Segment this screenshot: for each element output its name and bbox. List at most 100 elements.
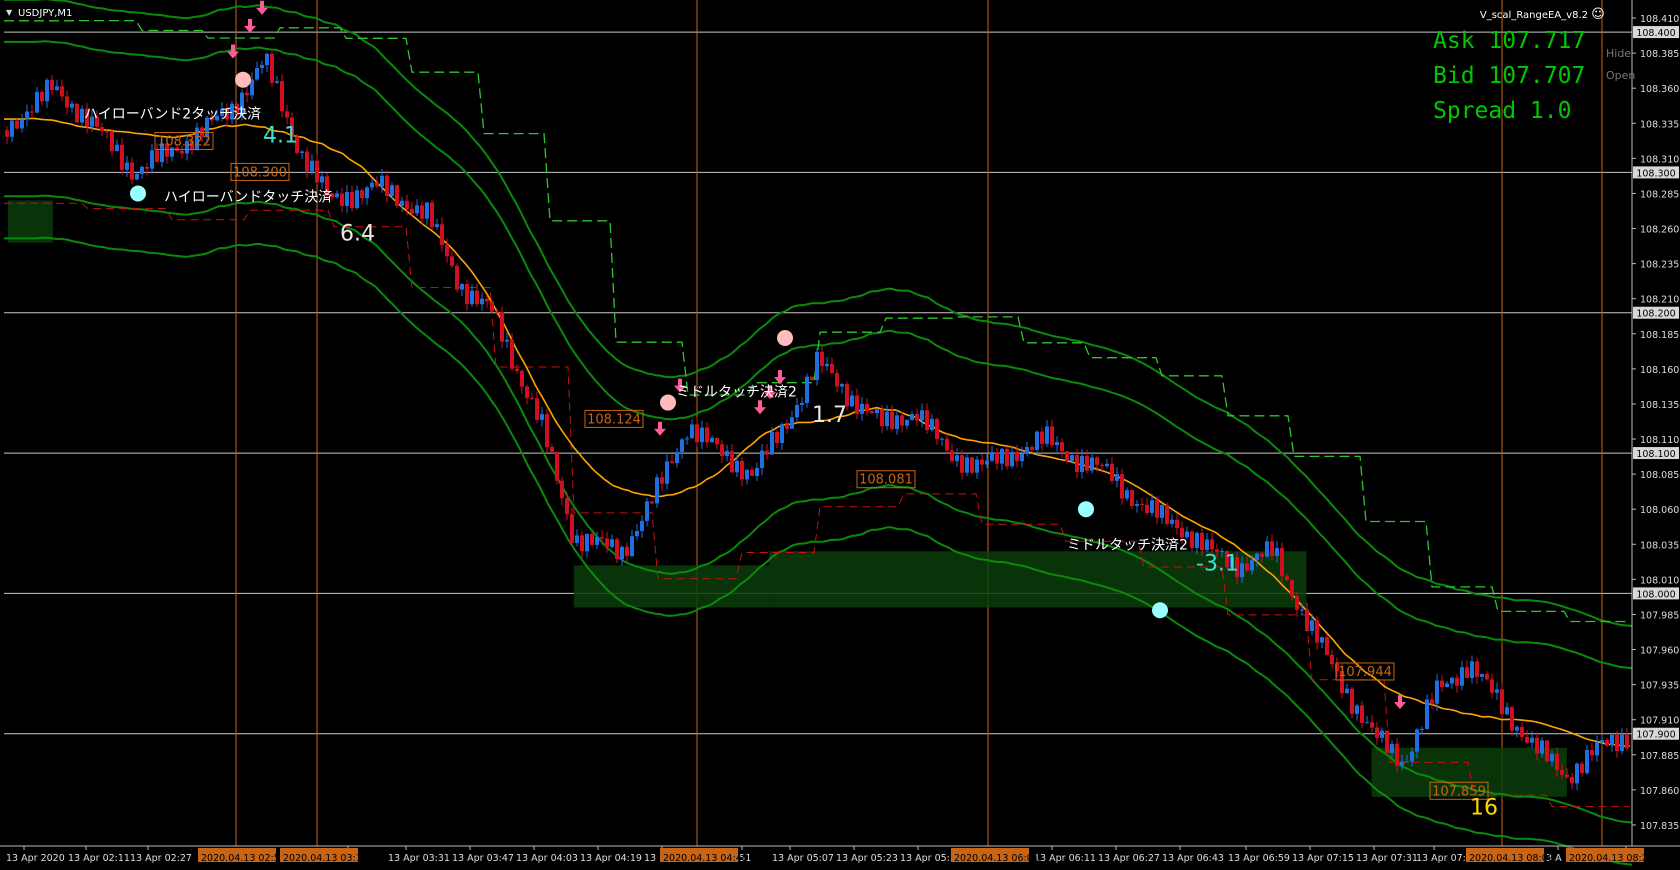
candle-body	[1290, 579, 1294, 597]
candle-body	[710, 437, 714, 443]
candle-body	[930, 418, 934, 431]
candle-body	[140, 166, 144, 174]
candle-body	[650, 501, 654, 504]
candle-body	[855, 395, 859, 414]
candle-body	[180, 150, 184, 154]
candle-body	[865, 403, 869, 412]
candle-body	[1160, 505, 1164, 518]
candle-body	[760, 450, 764, 469]
candle-body	[1560, 770, 1564, 775]
time-highlight-label: 2020.04.13 08:2	[1569, 853, 1648, 864]
candle-body	[1510, 707, 1514, 731]
candle-body	[670, 461, 674, 464]
candle-body	[380, 175, 384, 187]
candle-body	[740, 460, 744, 480]
candle-body	[1285, 576, 1289, 580]
candle-body	[1050, 426, 1054, 446]
candle-body	[1490, 679, 1494, 693]
price-line-value: 108.100	[1636, 449, 1675, 460]
candle-body	[705, 427, 709, 443]
y-tick-label: 108.335	[1640, 119, 1679, 130]
y-tick-label: 107.960	[1640, 646, 1679, 657]
candle-body	[820, 351, 824, 367]
candle-body	[435, 224, 439, 228]
candle-body	[965, 457, 969, 473]
time-highlight-label: 2020.04.13 04:48	[663, 853, 748, 864]
band-line	[4, 194, 1633, 824]
candle-body	[125, 162, 129, 170]
profit-label: 4.1	[263, 124, 298, 149]
candle-body	[115, 144, 119, 152]
candle-body	[130, 162, 134, 180]
profit-label: -3.1	[1196, 552, 1239, 577]
candle-body	[1080, 455, 1084, 473]
chart-canvas[interactable]: 108.322 108.300 108.124 108.081 107.944 107.8…	[0, 0, 1680, 870]
candle-body	[35, 91, 39, 113]
candle-body	[10, 120, 14, 137]
lower-step-line	[4, 202, 1630, 808]
candle-body	[1190, 531, 1194, 548]
candle-body	[530, 397, 534, 399]
candle-body	[1245, 563, 1249, 571]
position-number-icon	[777, 329, 793, 346]
sell-arrow-icon	[227, 44, 239, 59]
symbol-title: USDJPY,M1	[18, 8, 72, 19]
candle-body	[1435, 680, 1439, 704]
candle-body	[1265, 541, 1269, 557]
time-highlight-label: 2020.04.13 08:09	[1469, 853, 1554, 864]
y-tick-label: 108.085	[1640, 470, 1679, 481]
candle-body	[1450, 677, 1454, 684]
hide-button[interactable]: Hide	[1606, 47, 1631, 60]
candle-body	[350, 192, 354, 208]
candle-body	[1075, 455, 1079, 473]
candle-body	[1020, 453, 1024, 462]
open-button[interactable]: Open	[1606, 69, 1635, 82]
candle-body	[1125, 490, 1129, 499]
candle-body	[1425, 699, 1429, 729]
candle-body	[665, 461, 669, 484]
candle-body	[1540, 740, 1544, 754]
candle-body	[1000, 448, 1004, 464]
candle-body	[1395, 743, 1399, 766]
candle-body	[1355, 705, 1359, 714]
candle-body	[1495, 689, 1499, 693]
candle-body	[540, 414, 544, 420]
sell-arrow-icon	[256, 0, 268, 15]
candle-body	[1015, 451, 1019, 462]
x-tick-label: 13 Apr 06:27	[1098, 853, 1160, 864]
candle-body	[135, 173, 139, 180]
candle-body	[945, 438, 949, 451]
candle-body	[450, 256, 454, 266]
window-menu-icon[interactable]: ▼	[6, 8, 13, 17]
candle-body	[955, 455, 959, 462]
candle-body	[370, 182, 374, 188]
candle-body	[355, 190, 359, 208]
candle-body	[790, 417, 794, 429]
candle-body	[700, 427, 704, 443]
y-tick-label: 107.910	[1640, 716, 1679, 727]
candle-body	[255, 67, 259, 80]
candle-body	[1105, 463, 1109, 467]
candle-body	[1550, 753, 1554, 762]
x-tick-label: 13 Apr 06:11	[1034, 853, 1096, 864]
y-tick-label: 108.210	[1640, 295, 1679, 306]
candle-body	[1155, 500, 1159, 518]
candle-body	[1415, 729, 1419, 752]
candle-body	[300, 151, 304, 153]
candle-body	[1475, 661, 1479, 677]
candle-body	[1370, 722, 1374, 728]
candle-body	[1130, 490, 1134, 506]
candle-body	[260, 65, 264, 68]
candle-body	[750, 469, 754, 476]
candle-body	[1360, 705, 1364, 723]
candle-body	[275, 81, 279, 83]
y-tick-label: 108.410	[1640, 14, 1679, 25]
candle-body	[1115, 474, 1119, 481]
candle-body	[715, 437, 719, 445]
candle-body	[765, 450, 769, 455]
candle-body	[840, 384, 844, 387]
x-tick-label: 13 Apr 06:59	[1228, 853, 1290, 864]
position-number-icon	[660, 394, 676, 411]
ea-smiley-icon[interactable]: ☺	[1591, 7, 1605, 22]
candle-body	[830, 363, 834, 374]
